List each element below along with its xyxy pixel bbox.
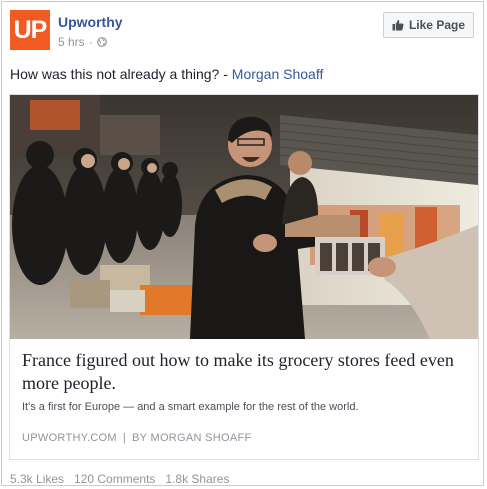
article-photo[interactable] [10, 95, 478, 339]
page-name-link[interactable]: Upworthy [58, 14, 123, 30]
post-author-link[interactable]: Morgan Shoaff [232, 66, 324, 82]
link-description: It's a first for Europe — and a smart ex… [22, 401, 359, 413]
shares-count[interactable]: 1.8k Shares [165, 472, 229, 486]
globe-icon [96, 37, 107, 47]
engagement-stats: 5.3k Likes 120 Comments 1.8k Shares [10, 472, 229, 486]
like-page-button[interactable]: Like Page [382, 12, 474, 38]
like-page-label: Like Page [408, 18, 465, 32]
comments-count[interactable]: 120 Comments [74, 472, 155, 486]
link-domain: UPWORTHY.COM [22, 432, 117, 444]
post-message-text: How was this not already a thing? - [10, 66, 232, 82]
meta-separator: · [88, 35, 93, 49]
link-preview[interactable]: France figured out how to make its groce… [9, 94, 479, 460]
link-source: UPWORTHY.COM | BY MORGAN SHOAFF [22, 432, 252, 444]
facebook-post-card: UP Upworthy 5 hrs · Like Page How was th… [1, 1, 484, 486]
upworthy-logo[interactable]: UP [10, 10, 50, 50]
thumbs-up-icon [392, 20, 404, 31]
post-timestamp[interactable]: 5 hrs [58, 35, 85, 49]
likes-count[interactable]: 5.3k Likes [10, 472, 64, 486]
source-separator: | [122, 432, 127, 444]
post-message: How was this not already a thing? - Morg… [10, 66, 323, 82]
link-headline[interactable]: France figured out how to make its groce… [22, 349, 468, 395]
post-meta: 5 hrs · [58, 35, 107, 49]
photo-illustration [10, 95, 478, 339]
link-byline: BY MORGAN SHOAFF [132, 432, 252, 444]
